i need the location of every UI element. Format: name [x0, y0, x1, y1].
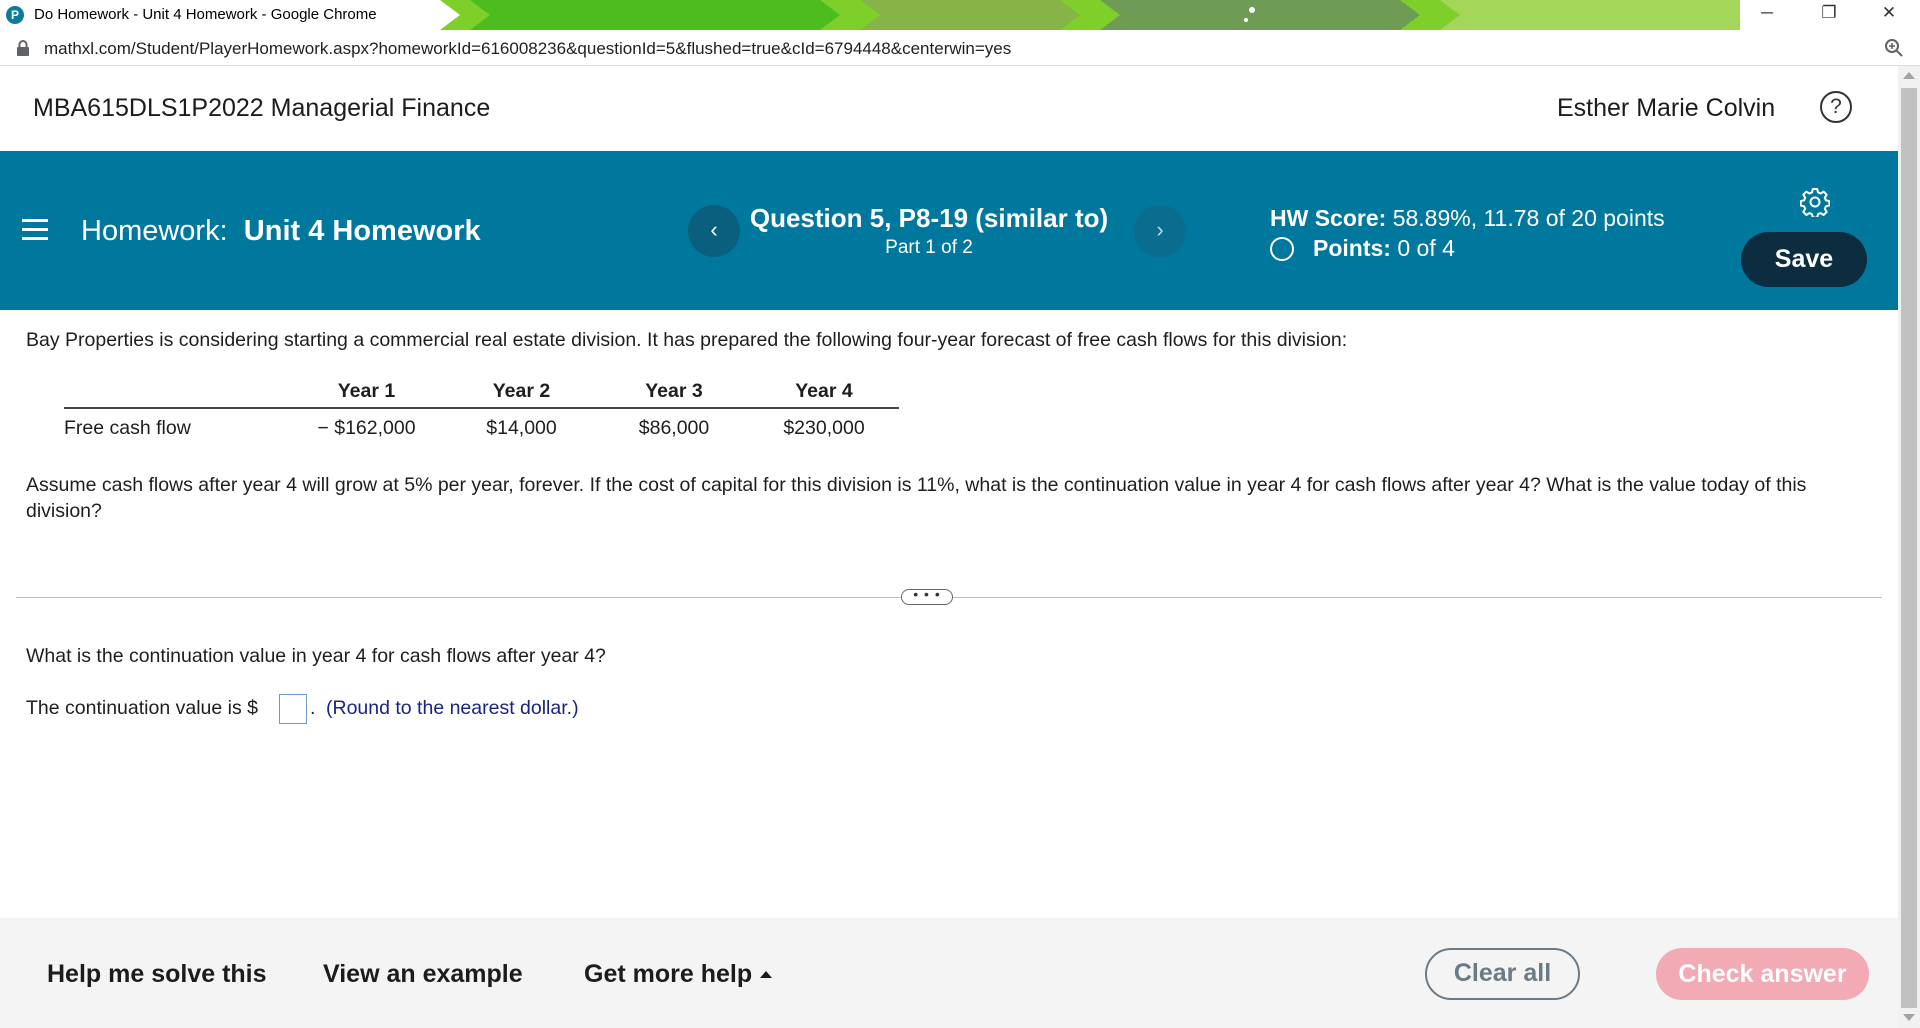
answer-prefix: The continuation value is $	[26, 697, 258, 719]
homework-label: Homework:	[81, 215, 228, 247]
zoom-icon[interactable]	[1884, 38, 1904, 58]
view-example-button[interactable]: View an example	[323, 960, 523, 989]
save-button[interactable]: Save	[1741, 232, 1867, 287]
gear-icon[interactable]	[1800, 187, 1830, 217]
question-assumption: Assume cash flows after year 4 will grow…	[26, 474, 1807, 522]
question-points: Points: 0 of 4	[1313, 235, 1455, 262]
pearson-p-icon: P	[6, 6, 24, 24]
hamburger-menu-icon[interactable]	[22, 219, 48, 241]
expand-handle-button[interactable]: • • •	[901, 587, 953, 605]
minimize-button[interactable]: ─	[1744, 0, 1790, 28]
table-cell: Free cash flow	[64, 417, 191, 439]
course-header: MBA615DLS1P2022 Managerial Finance Esthe…	[0, 66, 1898, 151]
lock-icon	[17, 40, 29, 56]
scroll-thumb[interactable]	[1901, 88, 1917, 1008]
page-scrollbar[interactable]	[1898, 66, 1920, 1028]
table-cell: $14,000	[486, 417, 557, 439]
hw-score-value: 58.89%, 11.78 of 20 points	[1392, 205, 1665, 231]
caret-up-icon	[760, 971, 773, 978]
hw-score-label: HW Score:	[1270, 205, 1387, 231]
table-header-cell: Year 1	[289, 375, 444, 409]
empty-circle-icon	[1270, 237, 1294, 261]
homework-name: Unit 4 Homework	[243, 215, 481, 247]
table-header-row: Year 1 Year 2 Year 3 Year 4	[64, 375, 899, 409]
table-header-cell	[64, 375, 289, 409]
points-label: Points:	[1313, 235, 1391, 261]
table-cell: $230,000	[783, 417, 865, 439]
close-window-button[interactable]: ✕	[1866, 0, 1912, 28]
address-bar[interactable]: mathxl.com/Student/PlayerHomework.aspx?h…	[0, 30, 1920, 66]
cash-flow-table: Year 1 Year 2 Year 3 Year 4 Free cash fl…	[64, 375, 899, 448]
answer-suffix: .	[310, 697, 316, 719]
next-question-button[interactable]: ›	[1134, 205, 1186, 257]
url-text[interactable]: mathxl.com/Student/PlayerHomework.aspx?h…	[44, 39, 1011, 59]
help-circle-icon[interactable]: ?	[1820, 91, 1852, 123]
question-intro: Bay Properties is considering starting a…	[26, 329, 1348, 351]
homework-title: Homework: Unit 4 Homework	[81, 215, 481, 248]
question-part: Part 1 of 2	[885, 237, 973, 258]
clear-all-button[interactable]: Clear all	[1425, 948, 1580, 1000]
continuation-value-input[interactable]	[279, 694, 307, 724]
help-me-solve-button[interactable]: Help me solve this	[47, 960, 267, 989]
table-row: Free cash flow − $162,000 $14,000 $86,00…	[64, 408, 899, 448]
maximize-button[interactable]: ❐	[1806, 0, 1852, 28]
scroll-up-icon[interactable]	[1903, 72, 1915, 79]
part-question: What is the continuation value in year 4…	[26, 645, 606, 667]
theme-banner	[440, 0, 1740, 30]
question-title: Question 5, P8-19 (similar to)	[749, 203, 1109, 233]
get-more-help-button[interactable]: Get more help	[584, 960, 773, 989]
get-more-help-label: Get more help	[584, 960, 753, 988]
table-cell: − $162,000	[317, 417, 416, 439]
browser-title-bar: P Do Homework - Unit 4 Homework - Google…	[0, 0, 1920, 30]
user-name: Esther Marie Colvin	[1557, 94, 1776, 122]
window-title: Do Homework - Unit 4 Homework - Google C…	[34, 6, 377, 23]
table-header-cell: Year 2	[444, 375, 599, 409]
check-answer-button[interactable]: Check answer	[1656, 948, 1869, 1000]
hw-score: HW Score: 58.89%, 11.78 of 20 points	[1270, 205, 1665, 232]
points-value: 0 of 4	[1397, 235, 1455, 261]
homework-bar: Homework: Unit 4 Homework ‹ Question 5, …	[0, 151, 1898, 310]
scroll-down-icon[interactable]	[1903, 1014, 1915, 1021]
table-header-cell: Year 3	[599, 375, 749, 409]
table-cell: $86,000	[638, 417, 710, 439]
table-header-cell: Year 4	[749, 375, 899, 409]
rounding-hint: (Round to the nearest dollar.)	[326, 697, 579, 719]
chevron-right-icon: ›	[1156, 217, 1164, 242]
course-title: MBA615DLS1P2022 Managerial Finance	[33, 94, 491, 122]
footer-bar: Help me solve this View an example Get m…	[0, 918, 1898, 1028]
